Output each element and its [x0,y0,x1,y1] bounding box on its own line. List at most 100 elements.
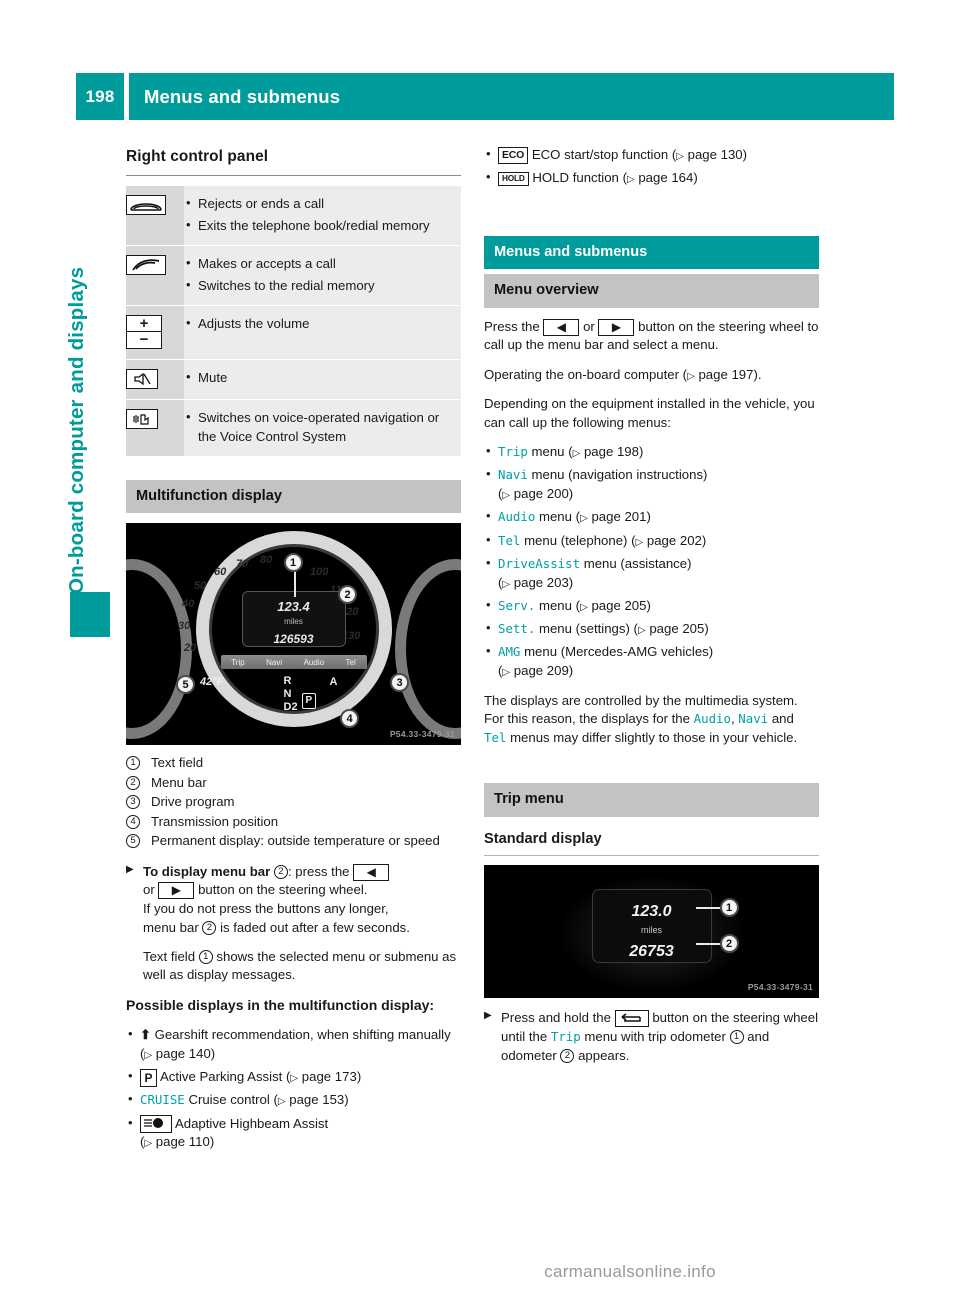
inline-ref-2: 2 [273,865,288,880]
image-watermark: P54.33-3479-31 [747,982,813,993]
end-call-glyph [126,194,166,215]
page-ref-text: page 203 [513,574,569,590]
list-item: Rejects or ends a call [184,194,461,213]
inline-ref-1: 1 [198,950,213,965]
page-ref-arrow-icon: ▷ [502,578,511,590]
page-ref-text: page 201 [591,509,647,525]
page-ref-arrow-icon: ▷ [144,1049,153,1061]
text-field-line-a: Text field [143,948,196,964]
page-ref-arrow-icon: ▷ [626,174,635,186]
table-row: Switches on voice-operated navigation or… [126,399,461,456]
subhead-standard-display: Standard display [484,830,602,847]
page-reference: (▷ page 140) [140,1045,216,1061]
page-ref-arrow-icon: ▷ [502,667,511,679]
step-bold-lead: To display menu bar [143,863,271,879]
gear-r: R [283,675,292,688]
tick-label: 50 [194,580,207,593]
list-item: Sett. menu (settings) (▷ page 205) [484,619,819,639]
menu-list: Trip menu (▷ page 198) Navi menu (naviga… [484,442,819,681]
control-panel-table: Rejects or ends a call Exits the telepho… [126,185,461,456]
page-title: Menus and submenus [129,73,894,120]
page-reference: (▷ page 153) [273,1092,349,1108]
list-item: Exits the telephone book/redial memory [184,216,461,235]
tick-label: 80 [260,554,273,567]
manual-page: 198 Menus and submenus On-board computer… [0,0,960,1302]
page-ref-text: page 202 [646,532,702,548]
menu-desc: menu [538,597,572,613]
table-row: Makes or accepts a call Switches to the … [126,245,461,306]
volume-glyph: + − [126,315,162,350]
list-item: 2 Menu bar [126,774,461,792]
end-call-description: Rejects or ends a call Exits the telepho… [184,186,461,246]
menu-desc: menu [538,509,572,525]
right-arrow-button-icon: ▶ [158,882,195,900]
right-column: ECO ECO start/stop function (▷ page 130)… [484,145,819,1075]
page-ref-text: page 140 [155,1045,211,1061]
page-ref-arrow-icon: ▷ [580,513,588,525]
page-ref-arrow-icon: ▷ [144,1138,153,1150]
callout-line [293,571,296,598]
left-column: Right control panel Rejects or ends a ca… [126,146,461,1163]
back-button-icon [614,1010,649,1028]
page-ref-arrow-icon: ▷ [687,370,695,382]
page-ref-arrow-icon: ▷ [635,536,644,548]
page-ref-text: page 205 [591,597,647,613]
step-end: appears. [578,1047,630,1063]
gearshift-arrow-icon: ⬆ [140,1027,151,1043]
step-after: menu with trip odometer [584,1028,726,1044]
menu-desc: menu (Mercedes-AMG vehicles) [524,644,714,660]
page-ref-text: page 198 [583,444,639,460]
page-reference: (▷ page 203) [498,574,574,590]
list-item: 5 Permanent display: outside temperature … [126,832,461,850]
step-line4-a: menu bar [143,919,199,935]
gear-d2: D2 [283,700,298,713]
accept-call-icon [126,245,184,306]
mfd-text-field: 123.4 miles 126593 [241,591,346,648]
voice-control-glyph [126,409,158,430]
step-press-and-hold: Press and hold the button on the steerin… [484,1009,819,1065]
operating-text: Operating the on-board computer ( [484,366,688,382]
page-reference: (▷ page 130) [671,147,748,162]
menu-name-amg: AMG [498,644,521,660]
list-item: ⬆ Gearshift recommendation, when shiftin… [126,1025,461,1063]
bar-menus-and-submenus: Menus and submenus [484,235,819,270]
list-item: Navi menu (navigation instructions) (▷ p… [484,465,819,503]
step-display-menu-bar: To display menu bar 2: press the ◀ or ▶ … [126,863,461,938]
item-text: HOLD function [532,170,619,186]
step-line3: If you do not press the buttons any long… [143,901,389,917]
accept-call-glyph [126,255,166,275]
page-ref-text: page 173 [301,1069,357,1085]
legend-text: Text field [151,755,204,771]
list-item: Serv. menu (▷ page 205) [484,596,819,616]
inline-ref-1: 1 [729,1030,744,1045]
list-item: Switches on voice-operated navigation or… [184,408,461,445]
legend-number: 5 [126,834,140,849]
adaptive-highbeam-icon [140,1115,172,1134]
callout-2: 2 [719,934,739,954]
page-reference: (▷ page 173) [286,1069,362,1085]
item-text: Adaptive Highbeam Assist [174,1115,329,1131]
operating-paragraph: Operating the on-board computer (▷ page … [484,366,819,384]
trip-display-image: 123.0 miles 26753 1 2 P54.33-3479-31 [484,865,819,999]
table-row: Mute [126,359,461,400]
table-row: + − Adjusts the volume [126,305,461,360]
odometer-value: 26753 [629,943,674,961]
multifunction-display-image: 20 30 40 50 60 70 80 90 100 110 120 130 … [126,523,461,746]
legend-text: Permanent display: outside temperature o… [151,833,440,849]
list-item: Makes or accepts a call [184,254,461,273]
trip-unit: miles [640,924,662,935]
list-item: 1 Text field [126,754,461,772]
bar-trip-menu: Trip menu [484,783,819,817]
bar-menu-overview: Menu overview [484,274,819,308]
tick-label: 40 [182,598,195,611]
menu-name-tel: Tel [498,532,521,548]
volume-plus-minus-icon: + − [126,305,184,360]
menu-name-audio-inline: Audio [693,711,731,727]
list-item: 3 Drive program [126,793,461,811]
list-item: Mute [184,368,461,387]
title-rule [126,174,461,176]
page-header: 198 Menus and submenus [76,73,894,120]
right-arrow-button-icon: ▶ [598,318,635,336]
trip-odometer-value: 123.4 [277,599,310,615]
mute-icon [126,359,184,400]
